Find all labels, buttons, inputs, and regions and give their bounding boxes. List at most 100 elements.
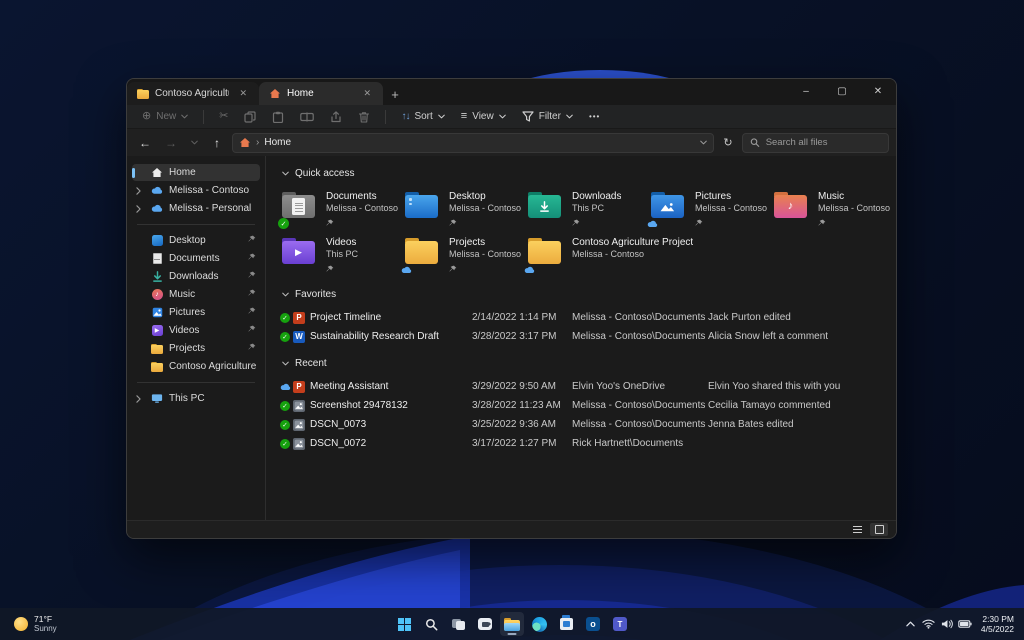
tab-contoso-agriculture-project[interactable]: Contoso Agriculture Project ✕: [127, 82, 259, 105]
chevron-down-icon: [282, 292, 289, 297]
minimize-button[interactable]: –: [788, 79, 824, 103]
back-button[interactable]: ←: [134, 133, 156, 153]
outlook-icon: o: [586, 617, 600, 631]
chevron-right-icon[interactable]: [136, 186, 145, 195]
sidebar-item-music[interactable]: ♪ Music: [132, 286, 260, 303]
close-button[interactable]: ✕: [860, 79, 896, 103]
quick-access-grid: ✓ Documents Melissa - Contoso Desktop Me…: [278, 187, 896, 279]
search-input[interactable]: [765, 137, 881, 148]
file-row-sustainability-research-draft[interactable]: ✓ W Sustainability Research Draft 3/28/2…: [280, 327, 888, 346]
sidebar-item-melissa-contoso[interactable]: Melissa - Contoso: [132, 182, 260, 199]
delete-button[interactable]: [351, 109, 377, 125]
file-row-dscn-0073[interactable]: ✓ DSCN_0073 3/25/2022 9:36 AM Melissa - …: [280, 415, 888, 434]
microsoft-store-button[interactable]: [554, 612, 578, 636]
pictures-icon: [151, 307, 163, 319]
quick-access-tile-contoso-agriculture-project[interactable]: Contoso Agriculture Project Melissa - Co…: [526, 233, 726, 277]
quick-access-tile-documents[interactable]: ✓ Documents Melissa - Contoso: [278, 187, 403, 231]
powerpoint-file-icon: P: [293, 380, 305, 393]
file-explorer-button[interactable]: [500, 612, 524, 636]
breadcrumb-location[interactable]: Home: [264, 137, 291, 148]
edge-button[interactable]: [527, 612, 551, 636]
taskbar-search-button[interactable]: [419, 612, 443, 636]
sidebar-divider: [137, 382, 255, 383]
sidebar-item-pictures[interactable]: Pictures: [132, 304, 260, 321]
show-hidden-icons-button[interactable]: [903, 613, 919, 635]
start-button[interactable]: [392, 612, 416, 636]
address-chevron-down-icon[interactable]: [700, 140, 707, 145]
sidebar-divider: [137, 224, 255, 225]
chevron-right-icon[interactable]: [136, 394, 145, 403]
tab-label: Contoso Agriculture Project: [155, 88, 229, 99]
wifi-icon[interactable]: [921, 613, 937, 635]
new-tab-button[interactable]: +: [383, 83, 407, 105]
share-button[interactable]: [323, 109, 349, 125]
chevron-down-icon: [566, 114, 573, 119]
section-header-recent[interactable]: Recent: [282, 358, 888, 369]
volume-icon[interactable]: [939, 613, 955, 635]
sidebar-item-videos[interactable]: ▶ Videos: [132, 322, 260, 339]
sidebar-item-downloads[interactable]: Downloads: [132, 268, 260, 285]
filter-button[interactable]: Filter: [515, 109, 580, 124]
widgets-button[interactable]: 71°F Sunny: [6, 608, 65, 640]
new-button[interactable]: ⊕ New: [135, 109, 195, 124]
scissors-icon: ✂: [219, 110, 229, 122]
forward-button[interactable]: →: [160, 133, 182, 153]
tab-close-icon[interactable]: ✕: [359, 87, 375, 100]
windows-logo-icon: [397, 617, 411, 631]
sidebar-item-contoso-agriculture-project[interactable]: Contoso Agriculture Project: [132, 358, 260, 375]
cloud-status-icon: [647, 218, 658, 229]
sidebar-item-home[interactable]: Home: [132, 164, 260, 181]
recent-locations-chevron[interactable]: [186, 133, 202, 153]
quick-access-tile-music[interactable]: ♪ Music Melissa - Contoso: [772, 187, 895, 231]
file-location: Melissa - Contoso\Documents: [572, 400, 706, 411]
details-view-button[interactable]: [848, 523, 866, 536]
paste-button[interactable]: [265, 109, 291, 125]
file-row-screenshot-29478132[interactable]: ✓ Screenshot 29478132 3/28/2022 11:23 AM…: [280, 396, 888, 415]
sidebar-item-this-pc[interactable]: This PC: [132, 390, 260, 407]
outlook-button[interactable]: o: [581, 612, 605, 636]
quick-access-tile-projects[interactable]: Projects Melissa - Contoso: [403, 233, 526, 277]
refresh-button[interactable]: ↻: [718, 133, 738, 153]
quick-access-tile-downloads[interactable]: Downloads This PC: [526, 187, 649, 231]
search-icon: [750, 137, 760, 148]
breadcrumb[interactable]: › Home: [232, 132, 714, 153]
maximize-button[interactable]: ▢: [824, 79, 860, 103]
quick-access-tile-videos[interactable]: ▶ Videos This PC: [280, 233, 403, 277]
large-icons-view-button[interactable]: [870, 523, 888, 536]
section-header-favorites[interactable]: Favorites: [282, 289, 888, 300]
section-header-quick-access[interactable]: Quick access: [282, 168, 888, 179]
file-row-meeting-assistant[interactable]: P Meeting Assistant 3/29/2022 9:50 AM El…: [280, 377, 888, 396]
tray-date: 4/5/2022: [980, 624, 1014, 634]
quick-access-tile-desktop[interactable]: Desktop Melissa - Contoso: [403, 187, 526, 231]
file-explorer-icon: [504, 617, 520, 631]
pin-icon: [248, 325, 256, 336]
file-row-dscn-0072[interactable]: ✓ DSCN_0072 3/17/2022 1:27 PM Rick Hartn…: [280, 434, 888, 453]
cloud-status-icon: [280, 383, 293, 391]
chat-button[interactable]: [473, 612, 497, 636]
view-button[interactable]: ≡ View: [454, 109, 513, 124]
tab-home[interactable]: Home ✕: [259, 82, 383, 105]
sidebar-item-documents[interactable]: Documents: [132, 250, 260, 267]
clock[interactable]: 2:30 PM 4/5/2022: [975, 614, 1020, 634]
file-row-project-timeline[interactable]: ✓ P Project Timeline 2/14/2022 1:14 PM M…: [280, 308, 888, 327]
see-more-button[interactable]: •••: [582, 111, 607, 123]
cut-button[interactable]: ✂: [212, 109, 235, 124]
copy-button[interactable]: [237, 109, 263, 125]
image-file-icon: [293, 399, 305, 412]
search-box[interactable]: [742, 132, 889, 153]
up-button[interactable]: ↑: [206, 133, 228, 153]
tab-close-icon[interactable]: ✕: [235, 87, 251, 100]
task-view-button[interactable]: [446, 612, 470, 636]
rename-button[interactable]: [293, 110, 321, 124]
rename-icon: [300, 112, 314, 122]
battery-icon[interactable]: [957, 613, 973, 635]
sidebar-item-melissa-personal[interactable]: Melissa - Personal: [132, 200, 260, 217]
teams-button[interactable]: T: [608, 612, 632, 636]
pin-icon: [695, 214, 767, 222]
sort-button[interactable]: ↑↓ Sort: [394, 109, 451, 124]
sidebar-item-desktop[interactable]: Desktop: [132, 232, 260, 249]
chevron-right-icon[interactable]: [136, 204, 145, 213]
sidebar-item-projects[interactable]: Projects: [132, 340, 260, 357]
quick-access-tile-pictures[interactable]: Pictures Melissa - Contoso: [649, 187, 772, 231]
filter-funnel-icon: [522, 111, 534, 122]
